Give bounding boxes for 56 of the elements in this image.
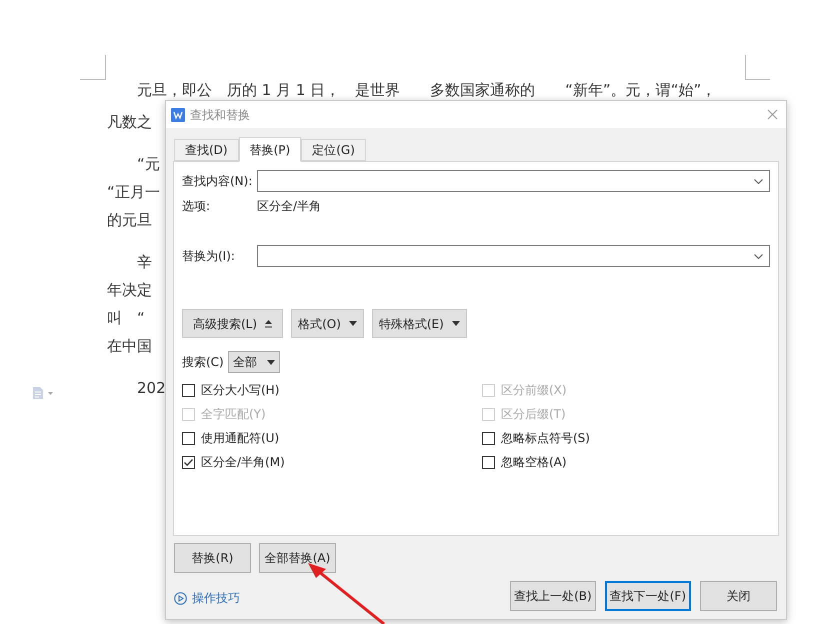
document-text: 辛 (137, 252, 152, 273)
chevron-down-icon (754, 178, 763, 184)
checkbox[interactable] (482, 456, 495, 468)
document-text: 在中国 (107, 336, 152, 357)
checkbox[interactable] (182, 456, 195, 468)
document-text: 元旦，即公 历的 1 月 1 日， 是世界 多数国家通称的 “新年”。元，谓“始”， (137, 80, 716, 101)
field-label: 替换为(I): (182, 248, 236, 265)
tips-link[interactable]: 操作技巧 (174, 589, 240, 607)
tab[interactable]: 查找(D) (174, 139, 239, 161)
document-text: “元 (137, 154, 160, 175)
window-title: 查找和替换 (190, 106, 250, 124)
document-text: 202 (137, 378, 166, 399)
document-text: 叫 “ (107, 308, 145, 329)
close-icon[interactable] (767, 109, 778, 120)
replace-button[interactable]: 替换(R) (174, 543, 251, 573)
replace-input-field[interactable] (257, 245, 770, 267)
advanced-search-button[interactable]: 高级搜索(L) (182, 309, 284, 338)
checkbox-label: 区分前缀(X) (501, 382, 567, 399)
search-scope-label: 搜索(C) (182, 354, 224, 371)
dialog-button[interactable]: 关闭 (700, 581, 777, 611)
document-text: 的元旦 (107, 210, 152, 231)
caret-icon (452, 321, 460, 326)
checkbox-label: 使用通配符(U) (201, 430, 280, 447)
replace-button[interactable]: 全部替换(A) (259, 543, 336, 573)
app-logo-icon (171, 108, 185, 122)
checkbox[interactable] (182, 384, 195, 396)
document-text: 凡数之 (107, 112, 152, 133)
field-label: 查找内容(N): (182, 173, 254, 190)
document-text: “正月一 (107, 182, 160, 203)
caret-icon (266, 360, 275, 364)
page-corner-mark (80, 55, 106, 80)
checkbox-label: 区分后缀(T) (501, 406, 566, 423)
dialog-button[interactable]: 查找上一处(B) (510, 581, 596, 611)
options-value: 区分全/半角 (257, 198, 322, 215)
collapse-icon (265, 320, 272, 328)
document-text: 年决定 (107, 280, 152, 301)
search-scope-dropdown[interactable]: 全部 (228, 351, 280, 373)
checkbox-label: 区分全/半角(M) (201, 454, 285, 471)
checkbox-label: 区分大小写(H) (201, 382, 280, 399)
menu-button[interactable]: 格式(O) (291, 309, 364, 338)
caret-icon (348, 321, 357, 326)
tab[interactable]: 替换(P) (238, 137, 302, 162)
checkbox-label: 忽略空格(A) (501, 454, 567, 471)
caret-icon[interactable] (48, 392, 53, 394)
options-label: 选项: (182, 198, 212, 215)
tab[interactable]: 定位(G) (301, 139, 366, 161)
menu-button[interactable]: 特殊格式(E) (372, 309, 467, 338)
page-corner-mark (745, 55, 770, 80)
chevron-down-icon (754, 254, 763, 258)
find-input-field[interactable] (257, 170, 770, 192)
dialog-button[interactable]: 查找下一处(F) (604, 581, 691, 611)
play-circle-icon (174, 592, 187, 604)
checkbox[interactable] (482, 432, 495, 444)
checkbox-label: 忽略标点符号(S) (501, 430, 590, 447)
checkbox-label: 全字匹配(Y) (201, 406, 266, 423)
checkbox[interactable] (182, 432, 195, 444)
